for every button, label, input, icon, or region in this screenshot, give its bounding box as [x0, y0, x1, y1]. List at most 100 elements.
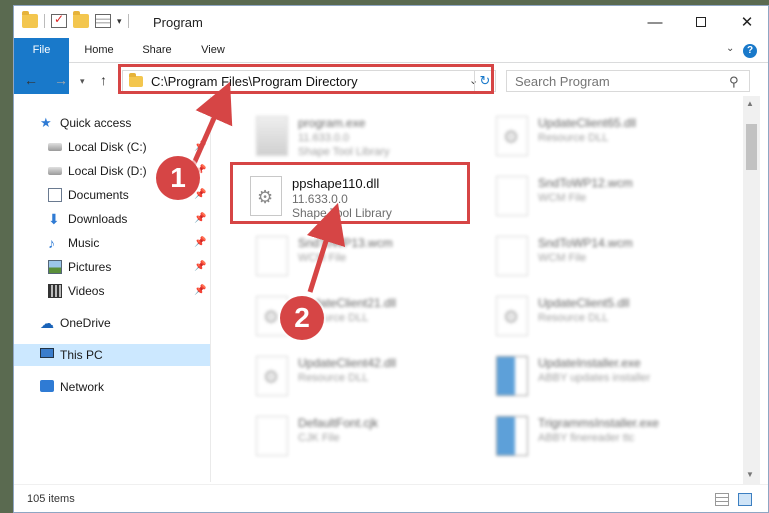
recent-locations-chevron-icon[interactable]: ▾ [80, 76, 85, 87]
videos-icon [48, 284, 62, 298]
exe-file-icon [256, 116, 288, 156]
list-item[interactable]: program.exe 11.633.0.0 Shape Tool Librar… [232, 106, 472, 162]
list-item[interactable]: UpdateClient5.dll Resource DLL [472, 286, 712, 342]
dll-file-icon [256, 356, 288, 396]
list-item[interactable]: DefaultFont.cjk CJK File [232, 406, 472, 462]
list-item[interactable]: UpdateClient42.dll Resource DLL [232, 346, 472, 402]
details-view-icon[interactable] [715, 493, 729, 506]
pictures-icon [48, 260, 62, 274]
forward-button[interactable]: → [54, 72, 68, 88]
file-name: UpdateClient5.dll [538, 296, 630, 310]
network-icon [40, 380, 54, 392]
address-bar-highlight [118, 64, 494, 94]
dll-file-icon [496, 116, 528, 156]
sidebar-item-label: Local Disk (D:) [68, 164, 147, 178]
sidebar-item-pictures[interactable]: Pictures 📌 [14, 256, 210, 278]
status-bar: 105 items [14, 484, 768, 513]
sidebar-item-label: Music [68, 236, 100, 250]
tab-view[interactable]: View [190, 38, 236, 63]
step-2-badge: 2 [280, 296, 324, 340]
file-detail: WCM File [298, 252, 347, 264]
back-button[interactable]: ← [24, 72, 38, 88]
file-detail: ABBY updates installer [538, 372, 651, 384]
pin-icon[interactable]: 📌 [194, 213, 206, 224]
music-icon: ♪ [48, 235, 55, 251]
title-bar: ▾ Program — ✕ [14, 6, 768, 38]
window-title: Program [153, 15, 203, 30]
sidebar-item-onedrive[interactable]: ☁ OneDrive [14, 312, 210, 334]
file-name: SndToWP12.wcm [538, 176, 633, 190]
list-item[interactable]: UpdateClient65.dll Resource DLL [472, 106, 712, 162]
scroll-down-icon[interactable]: ▼ [746, 470, 754, 479]
help-icon[interactable]: ? [743, 44, 757, 58]
pane-divider[interactable] [210, 96, 211, 482]
sidebar-item-label: This PC [60, 348, 103, 362]
search-icon[interactable]: ⚲ [729, 74, 739, 90]
new-folder-icon[interactable] [73, 11, 89, 28]
item-count: 105 items [27, 493, 75, 505]
toolbar-separator [44, 14, 45, 28]
file-detail: WCM File [538, 252, 587, 264]
sidebar-item-network[interactable]: Network [14, 376, 210, 398]
properties-check-icon[interactable] [51, 12, 67, 28]
installer-file-icon [496, 356, 528, 396]
file-name: DefaultFont.cjk [298, 416, 379, 430]
maximize-button[interactable] [678, 6, 724, 38]
sidebar-item-quick-access[interactable]: ★ Quick access [14, 112, 210, 134]
pin-icon[interactable]: 📌 [194, 261, 206, 272]
customize-toolbar-chevron-icon[interactable]: ▾ [117, 16, 122, 27]
tab-share[interactable]: Share [132, 38, 182, 63]
search-box[interactable]: ⚲ [506, 70, 750, 92]
pin-icon[interactable]: 📌 [194, 237, 206, 248]
sidebar-item-music[interactable]: ♪ Music 📌 [14, 232, 210, 254]
sidebar-item-label: OneDrive [60, 316, 111, 330]
list-item[interactable]: UpdateInstaller.exe ABBY updates install… [472, 346, 712, 402]
close-button[interactable]: ✕ [724, 6, 769, 38]
expand-ribbon-chevron-icon[interactable]: ⌄ [726, 43, 734, 54]
sidebar-item-downloads[interactable]: ⬇ Downloads 📌 [14, 208, 210, 230]
list-item[interactable]: SndToWP12.wcm WCM File [472, 166, 712, 222]
search-input[interactable] [507, 71, 717, 91]
toolbar-separator [127, 14, 129, 28]
minimize-icon: — [647, 13, 663, 31]
list-item[interactable]: TrigrammsInstaller.exe ABBY finereader t… [472, 406, 712, 462]
sidebar-item-label: Local Disk (C:) [68, 140, 147, 154]
sidebar-item-label: Downloads [68, 212, 128, 226]
computer-icon [40, 348, 54, 358]
tiles-view-icon[interactable] [738, 493, 752, 506]
list-item[interactable]: UpdateClient21.dll Resource DLL [232, 286, 472, 342]
folder-icon[interactable] [22, 11, 38, 28]
maximize-icon [696, 17, 706, 27]
vertical-scrollbar[interactable]: ▲ ▼ [743, 96, 760, 484]
generic-file-icon [256, 416, 288, 456]
minimize-button[interactable]: — [632, 6, 678, 38]
sidebar-item-label: Pictures [68, 260, 112, 274]
file-list: program.exe 11.633.0.0 Shape Tool Librar… [214, 96, 744, 484]
properties-icon[interactable] [95, 14, 111, 28]
tab-home[interactable]: Home [74, 38, 124, 63]
file-detail: Resource DLL [538, 312, 609, 324]
up-button[interactable]: ↑ [100, 72, 107, 88]
sidebar-item-local-disk-c[interactable]: Local Disk (C:) 📌 [14, 136, 210, 158]
scrollbar-thumb[interactable] [746, 124, 757, 170]
file-detail: Shape Tool Library [298, 146, 390, 158]
file-name: UpdateClient42.dll [298, 356, 397, 370]
star-icon: ★ [40, 115, 52, 130]
quick-access-toolbar: ▾ [22, 11, 129, 28]
file-name: SndToWP13.wcm [298, 236, 393, 250]
file-highlight [230, 162, 470, 224]
pin-icon[interactable]: 📌 [194, 141, 206, 152]
list-item[interactable]: SndToWP13.wcm WCM File [232, 226, 472, 282]
scroll-up-icon[interactable]: ▲ [746, 99, 754, 108]
disk-icon [48, 167, 62, 175]
generic-file-icon [496, 176, 528, 216]
list-item[interactable]: SndToWP14.wcm WCM File [472, 226, 712, 282]
sidebar-item-videos[interactable]: Videos 📌 [14, 280, 210, 302]
sidebar-item-this-pc[interactable]: This PC [14, 344, 210, 366]
sidebar-item-label: Videos [68, 284, 105, 298]
close-icon: ✕ [740, 14, 754, 31]
sidebar-item-label: Network [60, 380, 105, 394]
ribbon-tabs: File Home Share View ⌄ ? [14, 38, 768, 94]
generic-file-icon [496, 236, 528, 276]
pin-icon[interactable]: 📌 [194, 285, 206, 296]
